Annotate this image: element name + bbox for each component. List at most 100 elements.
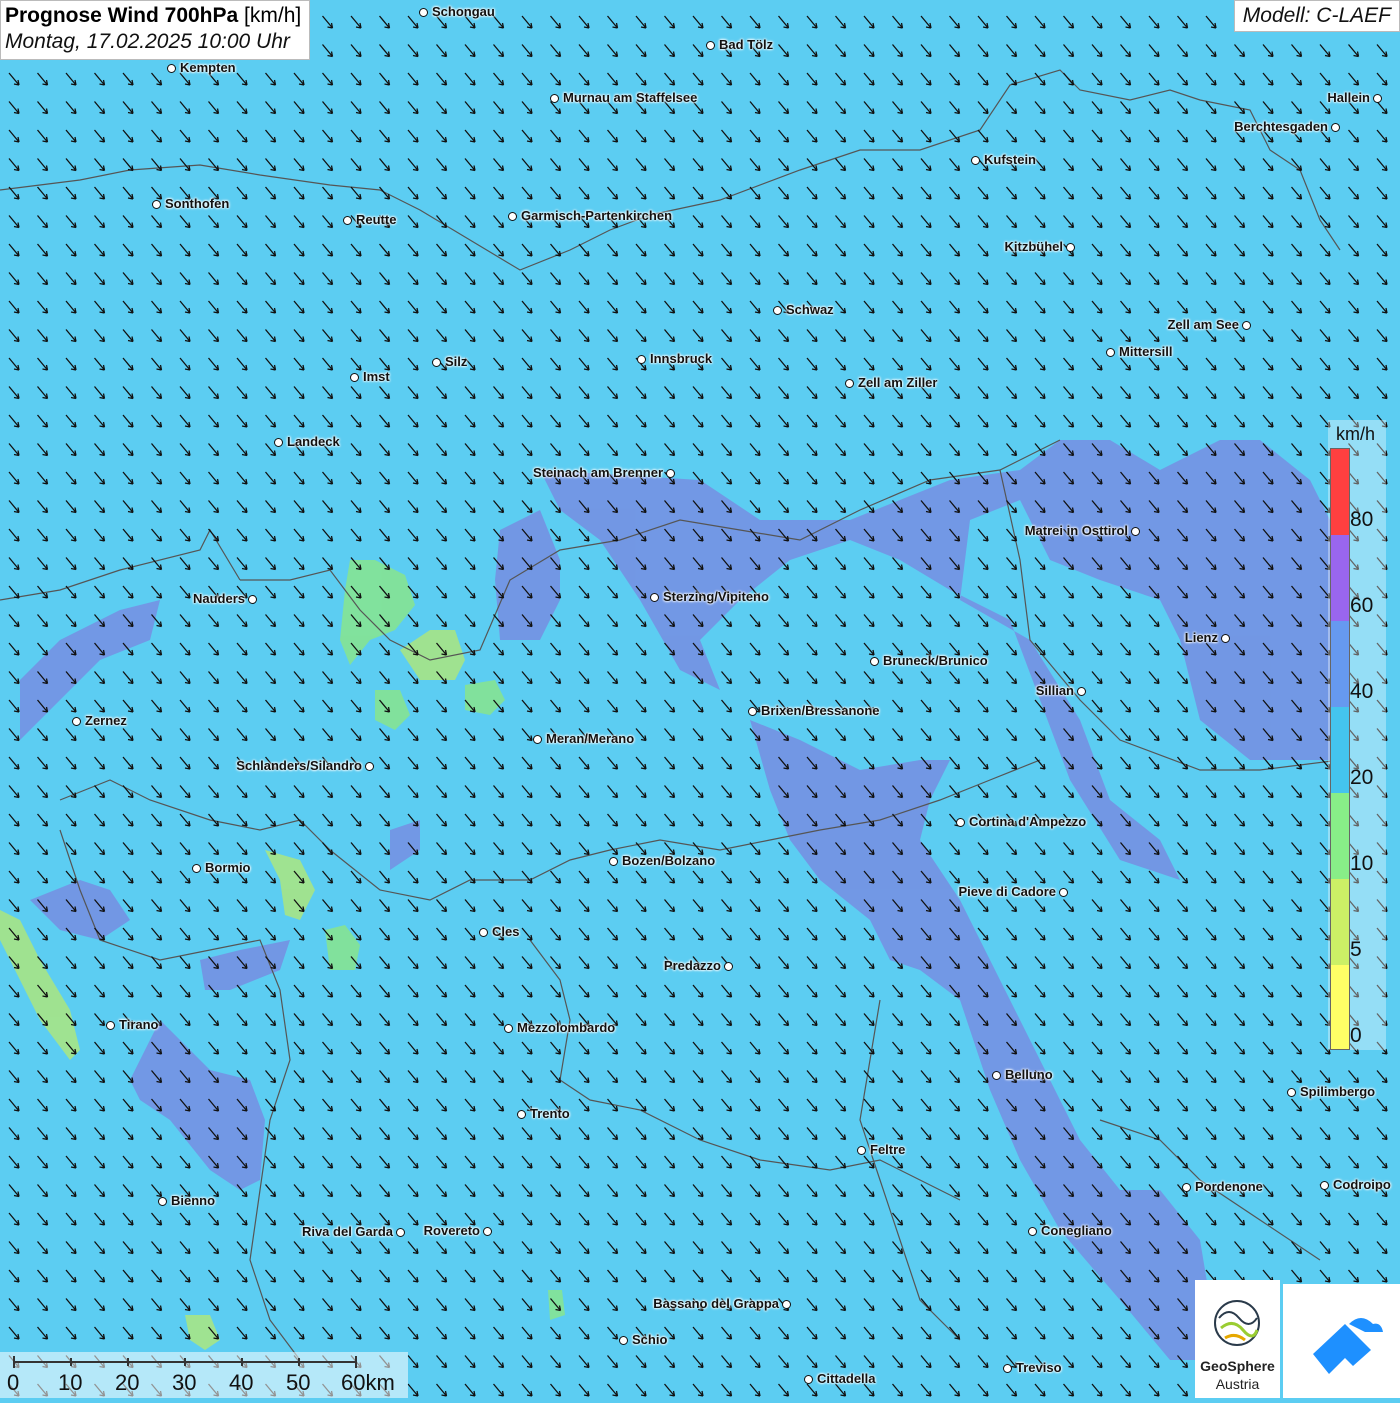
city-marker-conegliano[interactable] (1028, 1227, 1037, 1236)
scale-label-50: 50 (286, 1370, 311, 1395)
scale-label-30: 30 (172, 1370, 197, 1395)
city-marker-bienno[interactable] (158, 1197, 167, 1206)
city-marker-bruneck[interactable] (870, 657, 879, 666)
city-label-nauders: Nauders (192, 591, 245, 606)
map-title: Prognose Wind 700hPa [km/h] (5, 3, 301, 29)
weather-app-logo[interactable] (1283, 1284, 1400, 1398)
title-unit: [km/h] (244, 4, 302, 27)
city-label-cortina: Cortina d'Ampezzo (969, 814, 1087, 829)
city-marker-bozen[interactable] (609, 857, 618, 866)
city-marker-rovereto[interactable] (483, 1227, 492, 1236)
color-legend: km/h 80 60 40 20 10 5 0 (1328, 420, 1386, 1050)
city-marker-zernez[interactable] (72, 717, 81, 726)
city-marker-meran[interactable] (533, 735, 542, 744)
city-marker-tirano[interactable] (106, 1021, 115, 1030)
city-marker-bormio[interactable] (192, 864, 201, 873)
city-label-schio: Schio (632, 1332, 668, 1347)
city-marker-hallein[interactable] (1373, 94, 1382, 103)
city-marker-murnau[interactable] (550, 94, 559, 103)
city-label-kitzb-hel: Kitzbühel (1004, 239, 1064, 254)
legend-tick-5: 5 (1350, 938, 1362, 961)
city-marker-brixen[interactable] (748, 707, 757, 716)
city-label-garmisch: Garmisch-Partenkirchen (521, 208, 673, 223)
city-label-kempten: Kempten (180, 60, 236, 75)
geosphere-name: GeoSphere (1200, 1358, 1275, 1374)
city-marker-cittadella[interactable] (804, 1375, 813, 1384)
city-marker-berchtesgaden[interactable] (1331, 123, 1340, 132)
city-marker-pordenone[interactable] (1182, 1183, 1191, 1192)
city-label-brixen: Brixen/Bressanone (761, 703, 880, 718)
city-marker-belluno[interactable] (992, 1071, 1001, 1080)
city-marker-bassano[interactable] (782, 1300, 791, 1309)
legend-segment-5-10 (1331, 879, 1349, 965)
city-label-bozen: Bozen/Bolzano (622, 853, 716, 868)
city-marker-zell-am-ziller[interactable] (845, 379, 854, 388)
city-label-predazzo: Predazzo (663, 958, 721, 973)
city-label-belluno: Belluno (1005, 1067, 1053, 1082)
city-marker-nauders[interactable] (248, 595, 257, 604)
city-marker-reutte[interactable] (343, 216, 352, 225)
geosphere-country: Austria (1215, 1376, 1260, 1392)
city-marker-lienz[interactable] (1221, 634, 1230, 643)
city-marker-feltre[interactable] (857, 1146, 866, 1155)
city-label-sillian: Sillian (1035, 683, 1074, 698)
city-marker-matrei[interactable] (1131, 527, 1140, 536)
city-marker-steinach[interactable] (666, 469, 675, 478)
forecast-datetime: Montag, 17.02.2025 10:00 Uhr (5, 30, 290, 53)
city-marker-sterzing[interactable] (650, 593, 659, 602)
city-label-mezzolombardo: Mezzolombardo (517, 1020, 616, 1035)
legend-tick-60: 60 (1350, 594, 1374, 617)
city-marker-kempten[interactable] (167, 64, 176, 73)
city-marker-cles[interactable] (479, 928, 488, 937)
city-label-zernez: Zernez (85, 713, 127, 728)
city-marker-pieve-di-cadore[interactable] (1059, 888, 1068, 897)
legend-segment-40-60 (1331, 621, 1349, 707)
city-label-cittadella: Cittadella (817, 1371, 876, 1386)
city-marker-treviso[interactable] (1003, 1364, 1012, 1373)
city-marker-zell-am-see[interactable] (1242, 321, 1251, 330)
city-marker-mittersill[interactable] (1106, 348, 1115, 357)
scale-label-60: 60km (341, 1370, 395, 1395)
city-marker-imst[interactable] (350, 373, 359, 382)
city-marker-sonthofen[interactable] (152, 200, 161, 209)
city-label-innsbruck: Innsbruck (650, 351, 713, 366)
city-label-treviso: Treviso (1016, 1360, 1062, 1375)
city-marker-kitzb-hel[interactable] (1066, 243, 1075, 252)
city-label-berchtesgaden: Berchtesgaden (1234, 119, 1328, 134)
city-label-zell-am-see: Zell am See (1167, 317, 1239, 332)
geosphere-logo[interactable]: GeoSphere Austria (1195, 1280, 1280, 1398)
city-marker-cortina[interactable] (956, 818, 965, 827)
city-label-rovereto: Rovereto (423, 1223, 480, 1238)
model-label: Modell: C-LAEF (1233, 0, 1400, 32)
city-marker-innsbruck[interactable] (637, 355, 646, 364)
city-label-murnau: Murnau am Staffelsee (563, 90, 698, 105)
city-marker-spilimbergo[interactable] (1287, 1088, 1296, 1097)
city-marker-bad-t-lz[interactable] (706, 41, 715, 50)
city-marker-predazzo[interactable] (724, 962, 733, 971)
city-label-kufstein: Kufstein (984, 152, 1036, 167)
city-label-codroipo: Codroipo (1333, 1177, 1391, 1192)
city-marker-mezzolombardo[interactable] (504, 1024, 513, 1033)
city-marker-kufstein[interactable] (971, 156, 980, 165)
legend-tick-20: 20 (1350, 766, 1374, 789)
city-label-imst: Imst (363, 369, 390, 384)
city-label-schongau: Schongau (432, 4, 495, 19)
city-label-cles: Cles (492, 924, 520, 939)
legend-segment-0-5 (1331, 965, 1349, 1049)
city-marker-schongau[interactable] (419, 8, 428, 17)
scale-label-40: 40 (229, 1370, 254, 1395)
city-marker-sillian[interactable] (1077, 687, 1086, 696)
geosphere-emblem-icon (1214, 1300, 1260, 1346)
scale-bar-line (13, 1356, 357, 1368)
city-marker-schlanders[interactable] (365, 762, 374, 771)
city-marker-schio[interactable] (619, 1336, 628, 1345)
city-marker-trento[interactable] (517, 1110, 526, 1119)
city-marker-garmisch[interactable] (508, 212, 517, 221)
city-label-pordenone: Pordenone (1195, 1179, 1263, 1194)
legend-color-bar (1330, 448, 1350, 1050)
city-marker-codroipo[interactable] (1320, 1181, 1329, 1190)
city-marker-landeck[interactable] (274, 438, 283, 447)
city-marker-schwaz[interactable] (773, 306, 782, 315)
city-marker-silz[interactable] (432, 358, 441, 367)
city-marker-riva[interactable] (396, 1228, 405, 1237)
